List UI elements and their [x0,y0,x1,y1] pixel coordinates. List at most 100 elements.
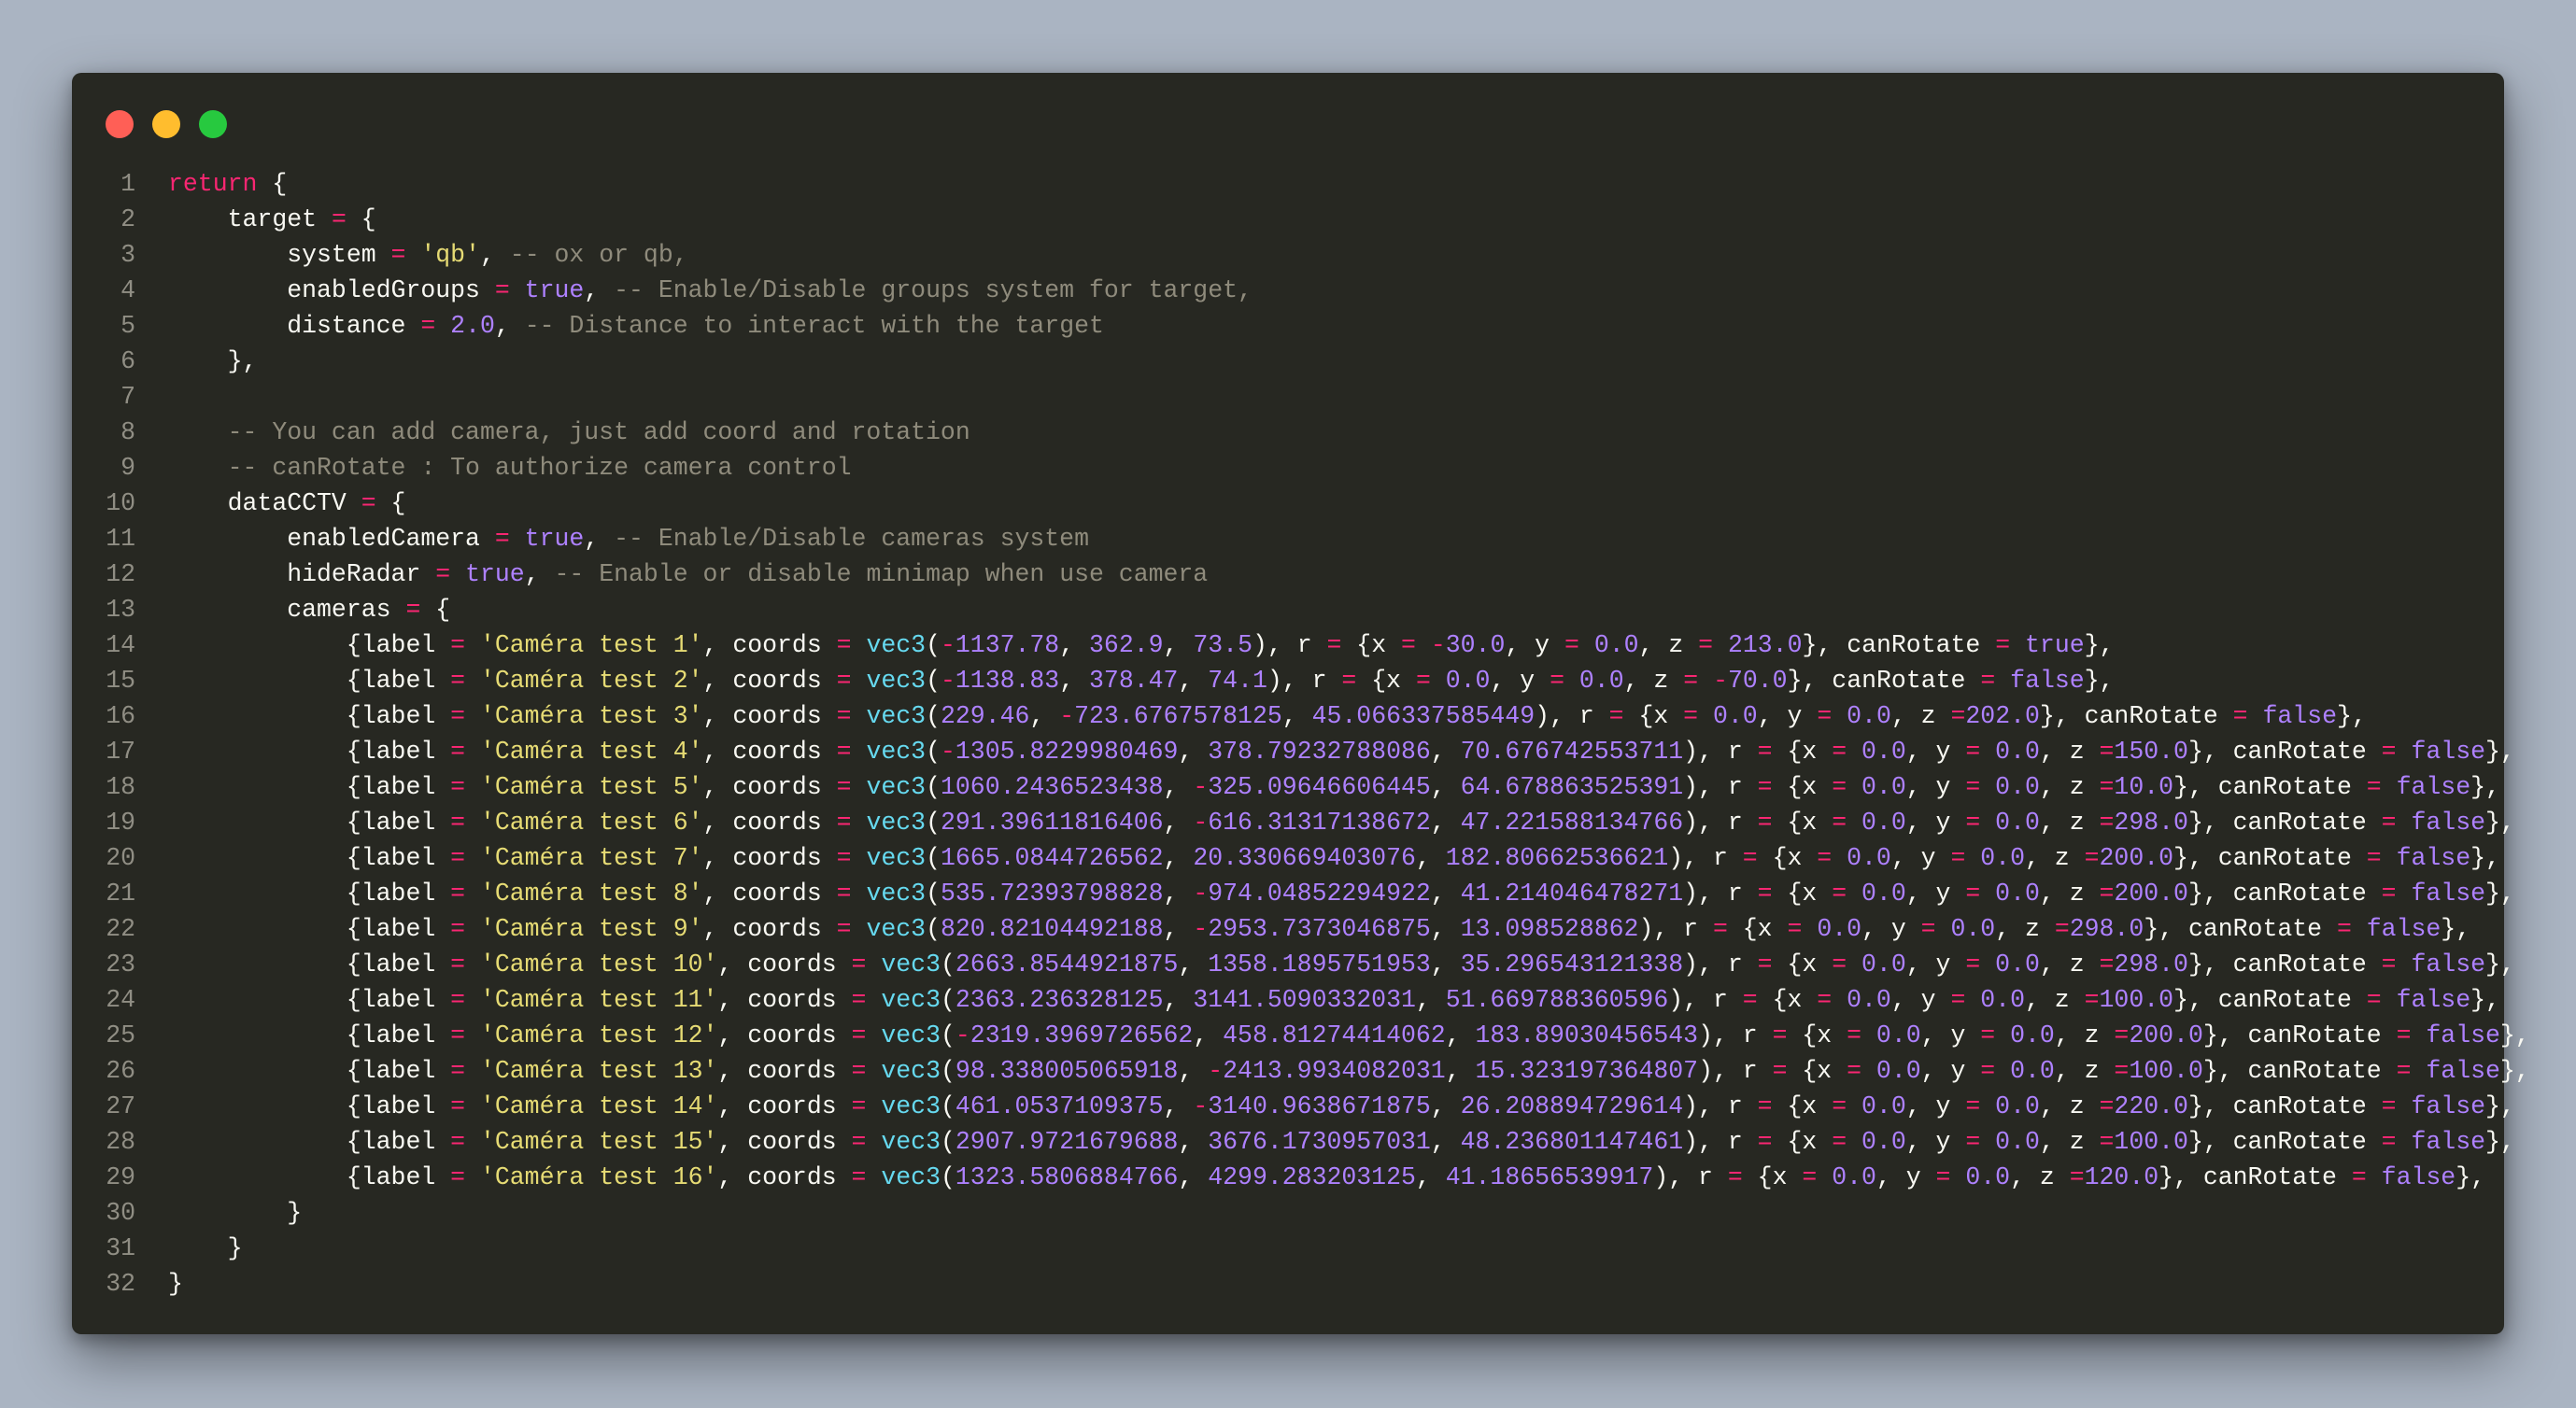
code-token: , z [2039,950,2100,979]
code-token: = [1550,667,1564,695]
code-token: = [2396,1057,2412,1085]
code-token: {label [168,915,451,943]
code-token: - [1193,809,1209,837]
maximize-button[interactable] [199,110,227,138]
close-button[interactable] [106,110,134,138]
code-token: , [1415,1163,1446,1191]
code-token: , [1430,880,1461,908]
code-token: vec3 [881,1163,941,1191]
code-line: 13 cameras = { [72,592,2504,627]
code-line: 18 {label = 'Caméra test 5', coords = ve… [72,769,2504,805]
code-token: , z [2024,986,2085,1014]
code-line: 32} [72,1266,2504,1302]
code-token: 'Caméra test 8' [479,880,703,908]
code-token: }, [2441,915,2471,943]
code-token: }, canRotate [1787,667,1981,695]
code-token: , [1178,667,1209,695]
code-token: }, canRotate [2187,809,2382,837]
code-token: { [257,170,288,198]
code-token: 1138.83 [955,667,1060,695]
code-token: 0.0 [1712,702,1758,730]
code-token: 3676.1730957031 [1208,1128,1431,1156]
line-number: 26 [106,1057,135,1085]
code-token: = [1965,809,1981,837]
code-token: 229.46 [940,702,1030,730]
code-token: , z [2054,1021,2115,1049]
code-token: = [1980,1057,1996,1085]
code-token: false [2396,986,2471,1014]
code-token: = [1757,1128,1773,1156]
line-source: system = 'qb', -- ox or qb, [135,237,687,273]
code-token: 'Caméra test 10' [479,950,718,979]
line-number: 12 [106,560,135,588]
code-token: vec3 [866,773,927,801]
code-token: - [1059,702,1075,730]
code-token: , coords [702,809,837,837]
code-token: vec3 [881,1021,941,1049]
code-token: = [1683,702,1699,730]
code-token: = [851,1057,867,1085]
code-token: - [1430,631,1446,659]
line-source: {label = 'Caméra test 15', coords = vec3… [135,1124,2515,1160]
code-token: , [1445,1021,1476,1049]
code-line: 5 distance = 2.0, -- Distance to interac… [72,308,2504,344]
code-token: , [1178,738,1209,766]
code-token: = [851,986,867,1014]
code-token: 64.678863525391 [1460,773,1684,801]
code-token: ( [926,773,941,801]
code-token: = [836,844,852,872]
code-token: 200.0 [2099,844,2174,872]
code-token: = [450,915,466,943]
code-token: 1323.5806884766 [955,1163,1179,1191]
code-token: = [836,915,852,943]
code-token: = [1787,915,1803,943]
code-token: , coords [702,880,837,908]
line-source: {label = 'Caméra test 11', coords = vec3… [135,982,2500,1018]
line-source: return { [135,166,287,202]
line-source: dataCCTV = { [135,486,406,521]
code-token: , [1415,844,1446,872]
line-number: 22 [106,915,135,943]
code-token: , [1163,986,1194,1014]
code-token: vec3 [881,1092,941,1120]
code-token: 0.0 [1861,809,1906,837]
code-line: 10 dataCCTV = { [72,486,2504,521]
code-token: 202.0 [1965,702,2040,730]
line-number: 32 [106,1270,135,1298]
code-token: , y [1905,950,1966,979]
code-line: 20 {label = 'Caméra test 7', coords = ve… [72,840,2504,876]
code-token: }, canRotate [2202,1021,2397,1049]
minimize-button[interactable] [152,110,180,138]
code-token: = [1965,950,1981,979]
code-token: = [1965,738,1981,766]
code-token: }, [2485,950,2515,979]
code-token: } [168,1199,303,1227]
code-token: , [1178,1128,1209,1156]
code-token: = [1757,809,1773,837]
code-token: }, [2470,844,2500,872]
line-number: 2 [120,205,135,233]
code-token: {label [168,1092,451,1120]
code-token: 1358.1895751953 [1208,950,1431,979]
code-token: , coords [717,1021,852,1049]
code-token: ( [926,702,941,730]
code-token: 362.9 [1089,631,1164,659]
code-token: , [1430,950,1461,979]
code-token: , y [1890,844,1951,872]
code-token: 3140.9638671875 [1208,1092,1431,1120]
